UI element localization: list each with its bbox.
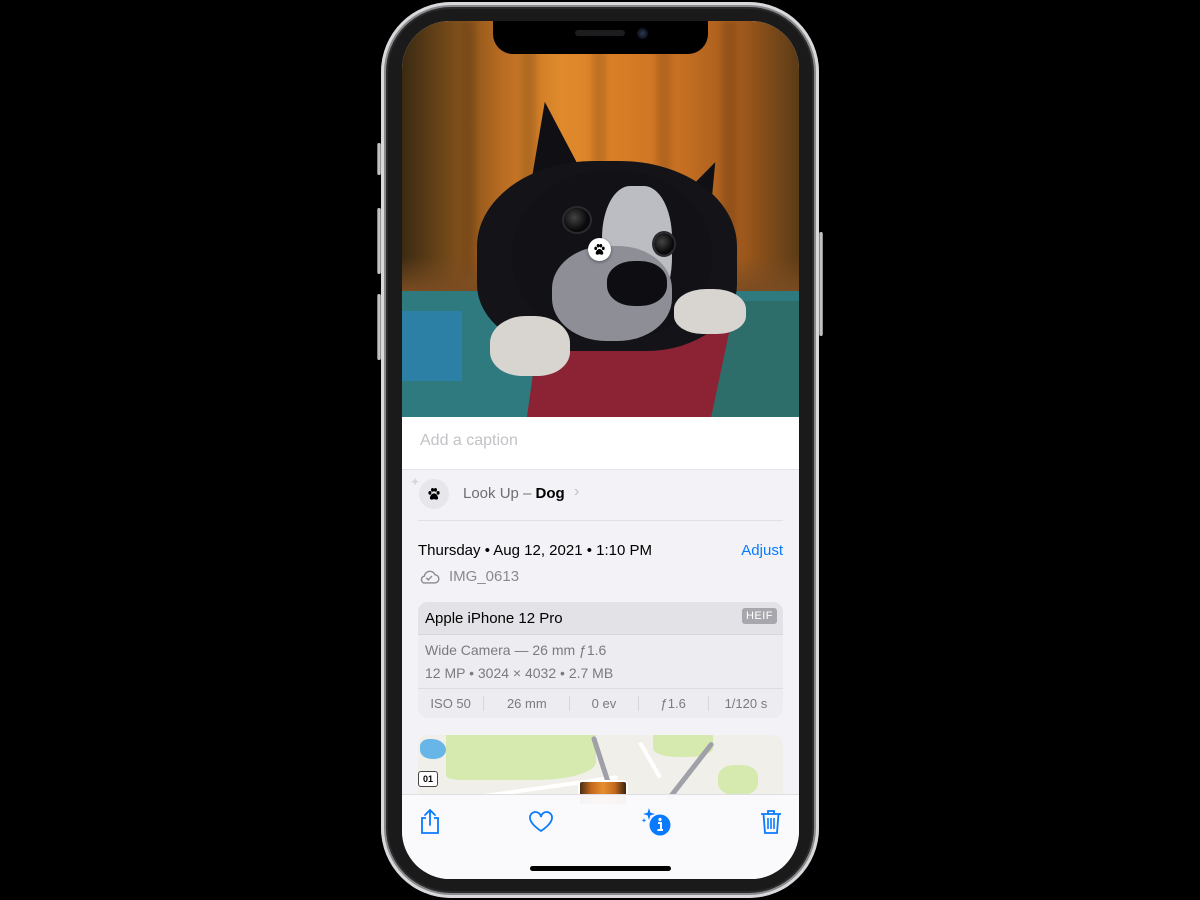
lookup-label: Look Up – Dog xyxy=(463,485,565,502)
favorite-button[interactable] xyxy=(526,807,556,837)
route-shield: 01 xyxy=(418,771,438,787)
heart-icon xyxy=(529,811,553,833)
dog-eye xyxy=(564,208,590,232)
share-button[interactable] xyxy=(415,807,445,837)
paw-icon xyxy=(428,488,440,500)
trash-icon xyxy=(761,810,781,834)
share-icon xyxy=(421,808,439,834)
bottom-toolbar xyxy=(402,794,799,879)
lens-info: Wide Camera — 26 mm ƒ1.6 xyxy=(425,642,607,658)
chevron-right-icon: › xyxy=(574,483,580,500)
exif-row: ISO 50 26 mm 0 ev ƒ1.6 1/120 s xyxy=(418,689,783,718)
info-button[interactable] xyxy=(640,807,674,837)
paw-icon xyxy=(594,243,605,255)
speaker-grille xyxy=(575,30,625,36)
format-badge: HEIF xyxy=(741,608,777,624)
file-name: IMG_0613 xyxy=(449,568,520,585)
phone-screen: ✦ Look Up – Dog › Thursday • Aug 12, 202… xyxy=(402,21,799,879)
volume-up-button xyxy=(377,208,381,274)
delete-button[interactable] xyxy=(756,807,786,837)
caption-field-container xyxy=(402,417,799,470)
home-indicator[interactable] xyxy=(530,866,671,871)
map-water xyxy=(420,739,446,759)
capture-date: Thursday • Aug 12, 2021 • 1:10 PM xyxy=(418,542,652,559)
visual-lookup-marker[interactable] xyxy=(588,238,611,261)
card-header: Apple iPhone 12 Pro HEIF xyxy=(418,602,783,635)
mute-switch xyxy=(377,143,381,175)
power-button xyxy=(819,232,823,336)
divider xyxy=(418,520,783,521)
adjust-button[interactable]: Adjust xyxy=(741,542,783,559)
exif-shutter: 1/120 s xyxy=(724,696,768,711)
lookup-prefix: Look Up – xyxy=(463,485,536,502)
cloud-check-icon xyxy=(420,570,440,584)
dog-eye xyxy=(654,233,674,255)
map-park xyxy=(718,765,758,795)
rug-stripe xyxy=(402,311,462,381)
caption-input[interactable] xyxy=(418,431,782,451)
lookup-badge xyxy=(419,479,449,509)
lookup-subject: Dog xyxy=(535,485,565,502)
camera-metadata-card: Apple iPhone 12 Pro HEIF Wide Camera — 2… xyxy=(418,602,783,718)
exif-focal-length: 26 mm xyxy=(484,696,571,711)
exif-aperture: ƒ1.6 xyxy=(639,696,709,711)
image-specs: 12 MP • 3024 × 4032 • 2.7 MB xyxy=(425,665,614,681)
volume-down-button xyxy=(377,294,381,360)
map-park xyxy=(446,735,596,780)
file-info: IMG_0613 xyxy=(418,568,519,585)
look-up-row[interactable]: ✦ Look Up – Dog › xyxy=(402,470,799,520)
dog-nose xyxy=(607,261,667,306)
curtain-fold xyxy=(462,21,476,281)
front-camera xyxy=(637,28,648,39)
dog-paw xyxy=(490,316,570,376)
dog-paw xyxy=(674,289,746,334)
info-sparkle-icon xyxy=(641,808,671,836)
exif-exposure: 0 ev xyxy=(570,696,639,711)
exif-iso: ISO 50 xyxy=(418,696,485,711)
notch xyxy=(493,21,708,54)
photo[interactable] xyxy=(402,21,799,417)
sparkle-icon: ✦ xyxy=(410,475,421,489)
device-name: Apple iPhone 12 Pro xyxy=(425,610,563,627)
